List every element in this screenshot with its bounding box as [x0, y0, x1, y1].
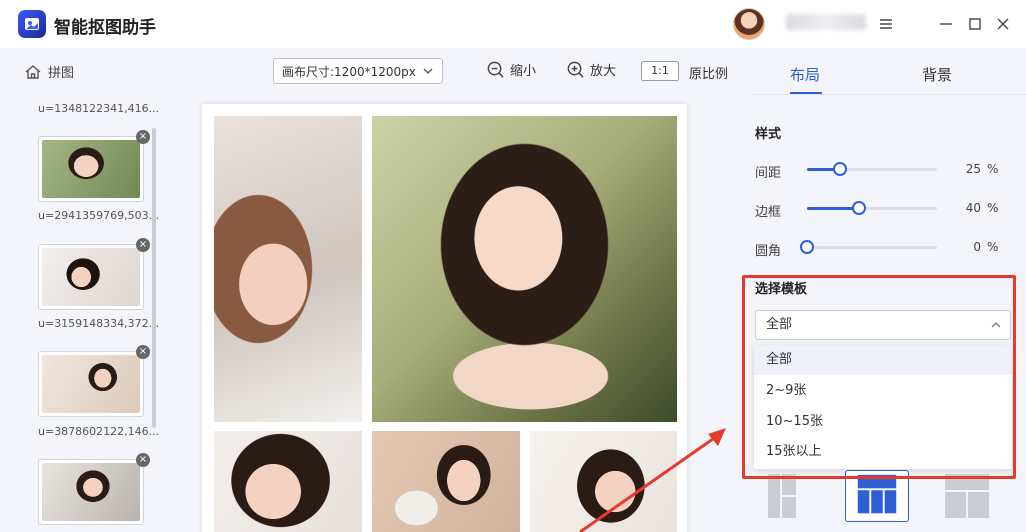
thumbnail-caption: u=1348122341,416...: [38, 102, 160, 115]
thumbnail-image: [42, 463, 140, 521]
slider-value: 0: [973, 240, 981, 254]
thumbnail-caption: u=2941359769,503...: [38, 209, 160, 222]
thumbnail-scrollbar[interactable]: [152, 128, 156, 428]
template-option[interactable]: 15张以上: [754, 437, 1012, 467]
close-icon[interactable]: [991, 12, 1015, 36]
tab-layout[interactable]: 布局: [790, 64, 820, 85]
collage-photo[interactable]: [372, 431, 520, 532]
slider-track[interactable]: [807, 162, 937, 176]
zoom-out-icon: [487, 61, 504, 78]
template-option[interactable]: 2~9张: [754, 376, 1012, 406]
slider-knob[interactable]: [852, 201, 866, 215]
collage-canvas[interactable]: [202, 104, 687, 532]
layout-template-tile[interactable]: [760, 470, 824, 522]
slider-label: 边框: [755, 205, 782, 220]
thumbnail-image: [42, 248, 140, 306]
ratio-box[interactable]: 1:1: [641, 61, 679, 81]
template-option[interactable]: 全部: [754, 345, 1012, 375]
slider-border[interactable]: 边框 40 %: [755, 199, 1015, 220]
home-button[interactable]: 拼图: [24, 62, 74, 81]
layout-template-tile-selected[interactable]: [845, 470, 909, 522]
slider-value: 40: [965, 201, 981, 215]
template-select[interactable]: 全部: [755, 310, 1011, 340]
template-selected-value: 全部: [766, 317, 793, 332]
tab-divider: [750, 94, 1026, 95]
zoom-out-button[interactable]: 缩小: [486, 60, 536, 79]
toolbar: 拼图 画布尺寸:1200*1200px 缩小 放大 1:1 原比例: [0, 48, 740, 96]
slider-knob[interactable]: [800, 240, 814, 254]
slider-spacing[interactable]: 间距 25 %: [755, 160, 1015, 181]
thumbnail-caption: u=3159148334,372...: [38, 317, 160, 330]
app-logo-icon: [18, 10, 46, 38]
template-option[interactable]: 10~15张: [754, 407, 1012, 437]
slider-unit: %: [987, 162, 999, 176]
template-dropdown: 全部 2~9张 10~15张 15张以上: [754, 345, 1012, 469]
close-icon[interactable]: ×: [136, 238, 150, 252]
collage-photo[interactable]: [372, 116, 677, 422]
username-blurred: [786, 14, 866, 30]
avatar[interactable]: [733, 8, 765, 40]
template-section-title: 选择模板: [755, 282, 808, 297]
menu-icon[interactable]: [874, 12, 898, 36]
thumbnail-item[interactable]: ×: [38, 238, 150, 310]
app-title: 智能抠图助手: [54, 18, 156, 38]
collage-photo[interactable]: [214, 116, 362, 422]
home-label: 拼图: [48, 66, 75, 81]
thumbnail-strip: u=1348122341,416... × u=2941359769,503..…: [0, 96, 160, 532]
collage-photo[interactable]: [530, 431, 677, 532]
right-panel: 布局 背景 样式 间距 25 % 边框 40 % 圆角 0 % 选择模板 全部: [740, 48, 1026, 532]
zoom-in-label: 放大: [590, 64, 617, 79]
slider-value: 25: [965, 162, 981, 176]
close-icon[interactable]: ×: [136, 130, 150, 144]
thumbnail-image: [42, 355, 140, 413]
title-bar: 智能抠图助手: [0, 0, 1026, 48]
maximize-icon[interactable]: [963, 12, 987, 36]
slider-label: 间距: [755, 166, 782, 181]
home-icon: [25, 64, 41, 79]
close-icon[interactable]: ×: [136, 453, 150, 467]
slider-knob[interactable]: [832, 162, 847, 176]
chevron-down-icon: [423, 68, 433, 74]
slider-label: 圆角: [755, 244, 782, 259]
thumbnail-item[interactable]: ×: [38, 345, 150, 417]
thumbnail-caption: u=3878602122,146...: [38, 425, 160, 438]
thumbnail-item[interactable]: ×: [38, 130, 150, 202]
canvas-size-select[interactable]: 画布尺寸:1200*1200px: [273, 58, 443, 84]
zoom-out-label: 缩小: [510, 64, 537, 79]
collage-photo[interactable]: [214, 431, 362, 532]
style-section-title: 样式: [755, 127, 782, 142]
zoom-in-button[interactable]: 放大: [566, 60, 616, 79]
tab-background[interactable]: 背景: [922, 64, 952, 85]
thumbnail-image: [42, 140, 140, 198]
close-icon[interactable]: ×: [136, 345, 150, 359]
original-ratio-button[interactable]: 原比例: [689, 63, 728, 82]
slider-unit: %: [987, 240, 999, 254]
layout-template-tile[interactable]: [935, 470, 999, 522]
chevron-up-icon: [991, 322, 1001, 328]
slider-unit: %: [987, 201, 999, 215]
slider-track[interactable]: [807, 201, 937, 215]
slider-radius[interactable]: 圆角 0 %: [755, 238, 1015, 259]
zoom-in-icon: [567, 61, 584, 78]
canvas-size-value: 画布尺寸:1200*1200px: [282, 64, 416, 79]
minimize-icon[interactable]: [934, 12, 958, 36]
slider-track[interactable]: [800, 240, 937, 254]
thumbnail-item[interactable]: ×: [38, 453, 150, 525]
